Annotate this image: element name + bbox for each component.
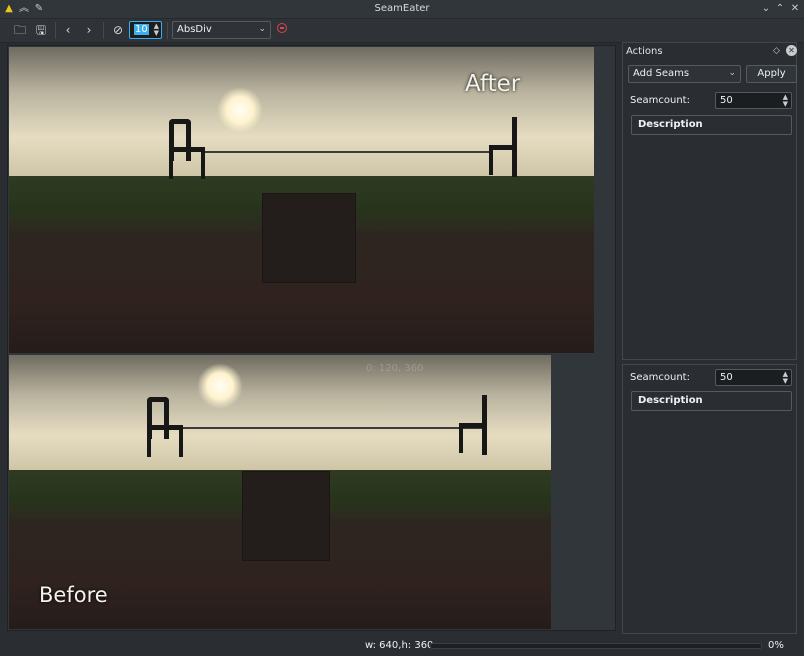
description-box: Description [631,391,792,411]
description-box: Description [631,115,792,135]
dark-box [262,193,356,283]
spin-arrows-icon[interactable]: ▲ ▼ [154,23,159,37]
seamcount-label: Seamcount: [630,372,690,383]
mode-select[interactable]: AbsDiv ⌄ [172,21,271,39]
chair-right [459,395,489,457]
chair-left [147,397,187,459]
action-select[interactable]: Add Seams ⌄ [628,65,741,83]
seam-step-spinbox[interactable]: 10 ▲ ▼ [129,21,162,39]
spin-arrows-icon[interactable]: ▲ ▼ [783,371,788,385]
chevron-down-icon: ⌄ [258,24,266,34]
mode-select-value: AbsDiv [177,24,212,35]
toolbar-separator [103,22,104,39]
seamcount-spinbox[interactable]: 50 ▲ ▼ [715,92,792,109]
actions-panel-title: Actions [626,46,663,57]
window-title: SeamEater [374,3,430,14]
seamcount-value: 50 [720,95,733,106]
toolbar-separator [55,22,56,39]
ghost-coordinates: 0: 120, 360 [366,363,424,374]
actions-panel-ghost: Seamcount: 50 ▲ ▼ Description [622,364,797,634]
wire [205,151,490,153]
chevron-down-icon: ⌄ [728,68,736,78]
previous-icon[interactable]: ‹ [59,21,77,39]
maximize-icon[interactable]: ⌃ [773,2,787,16]
close-icon[interactable]: ✕ [788,2,802,16]
cancel-icon[interactable]: ⊘ [109,21,127,39]
toolbar: 🗀 🖫 ‹ › ⊘ 10 ▲ ▼ AbsDiv ⌄ [0,19,804,43]
next-icon[interactable]: › [80,21,98,39]
progress-bar [430,643,762,649]
actions-panel: Actions ◇ ✕ Add Seams ⌄ Apply Seamcount:… [622,42,797,360]
after-image: After [9,47,594,353]
save-icon[interactable]: 🖫 [32,21,50,39]
apply-button[interactable]: Apply [746,65,797,83]
wire [183,427,483,429]
before-label: Before [39,583,108,607]
chair-right [489,117,519,179]
close-icon[interactable]: ✕ [786,45,797,56]
seamcount-label: Seamcount: [630,95,690,106]
seamcount-value: 50 [720,372,733,383]
action-select-value: Add Seams [633,68,690,79]
image-view[interactable]: After Before 0: 120, 360 [7,45,616,631]
float-icon[interactable]: ◇ [773,46,780,56]
open-folder-icon[interactable]: 🗀 [11,21,29,39]
image-size-readout: w: 640,h: 360 [365,640,434,651]
progress-percent: 0% [768,640,784,651]
before-image: Before [9,355,551,629]
sun [197,363,243,409]
status-bar: w: 640,h: 360 0% [0,636,804,656]
chair-left [169,119,209,181]
title-bar: ▲ ︽ ✎ SeamEater ⌄ ⌃ ✕ [0,0,804,19]
after-label: After [465,71,521,97]
dark-box [242,471,330,561]
stop-icon[interactable] [277,23,287,33]
seamcount-spinbox[interactable]: 50 ▲ ▼ [715,369,792,386]
sun [217,87,263,133]
seam-step-value: 10 [134,24,149,35]
minimize-icon[interactable]: ⌄ [759,2,773,16]
toolbar-separator [167,22,168,39]
spin-arrows-icon[interactable]: ▲ ▼ [783,94,788,108]
